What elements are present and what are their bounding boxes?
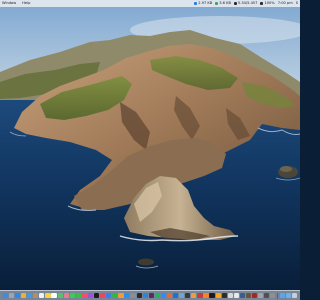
photo-booth-icon[interactable] xyxy=(197,292,203,299)
cpu-icon xyxy=(215,2,219,5)
photos-icon[interactable] xyxy=(63,292,69,299)
quicktime-icon[interactable] xyxy=(239,292,246,299)
desktop: Window Help 2.97 KB 3.6 KB 5.34/5.457 10… xyxy=(0,0,300,300)
screenshot-icon[interactable] xyxy=(270,292,276,299)
music-icon[interactable] xyxy=(81,292,88,299)
menu-bar-status: 2.97 KB 3.6 KB 5.34/5.457 100% 7:00 pm S xyxy=(194,0,300,7)
memory-icon xyxy=(233,2,237,5)
launchpad-icon[interactable] xyxy=(8,292,15,299)
facetime-icon[interactable] xyxy=(75,292,81,299)
battery-text: 100% xyxy=(264,1,275,5)
console-icon[interactable] xyxy=(264,292,270,299)
preview-icon[interactable] xyxy=(179,292,185,299)
safari-icon[interactable] xyxy=(14,292,21,299)
books-icon[interactable] xyxy=(203,292,209,299)
dock-separator xyxy=(277,292,278,299)
disk-utility-icon[interactable] xyxy=(258,292,264,299)
reminders-icon[interactable] xyxy=(51,292,57,299)
memory-status[interactable]: 5.34/5.457 xyxy=(233,0,258,7)
calendar-icon[interactable] xyxy=(39,292,45,299)
chess-icon[interactable] xyxy=(245,292,252,299)
system-preferences-icon[interactable] xyxy=(130,292,136,299)
stocks-icon[interactable] xyxy=(209,292,215,299)
firefox-icon[interactable] xyxy=(166,292,173,299)
calculator-icon[interactable] xyxy=(191,292,197,299)
zoom-icon[interactable] xyxy=(160,292,167,299)
terminal-icon[interactable] xyxy=(136,292,142,299)
finder-icon[interactable] xyxy=(2,292,9,299)
network-icon xyxy=(194,2,198,5)
keynote-icon[interactable] xyxy=(106,292,112,299)
font-book-icon[interactable] xyxy=(227,292,233,299)
tv-icon[interactable] xyxy=(94,292,100,299)
numbers-icon[interactable] xyxy=(112,292,118,299)
xcode-icon[interactable] xyxy=(173,292,179,299)
pages-icon[interactable] xyxy=(118,292,124,299)
battery-icon xyxy=(260,2,264,5)
voice-memos-icon[interactable] xyxy=(221,292,227,299)
network-text: 2.97 KB xyxy=(198,1,213,5)
control-center-icon[interactable]: S xyxy=(296,0,298,7)
podcasts-icon[interactable] xyxy=(87,292,94,299)
vscode-icon[interactable] xyxy=(142,292,148,299)
chrome-icon[interactable] xyxy=(21,292,27,299)
spotify-icon[interactable] xyxy=(154,292,160,299)
messages-icon[interactable] xyxy=(69,292,75,299)
app-store-icon[interactable] xyxy=(124,292,130,299)
cpu-text: 3.6 KB xyxy=(219,1,231,5)
menu-bar: Window Help 2.97 KB 3.6 KB 5.34/5.457 10… xyxy=(0,0,300,7)
documents-folder-icon[interactable] xyxy=(285,292,292,299)
menu-help[interactable]: Help xyxy=(22,0,30,7)
dock xyxy=(0,290,300,300)
wallpaper-catalina-island xyxy=(0,0,300,300)
textedit-icon[interactable] xyxy=(233,292,239,299)
menu-bar-left: Window Help xyxy=(0,0,30,7)
news-icon[interactable] xyxy=(100,292,106,299)
memory-text: 5.34/5.457 xyxy=(237,1,258,5)
battery-status[interactable]: 100% xyxy=(260,0,275,7)
maps-icon[interactable] xyxy=(57,292,63,299)
menu-window[interactable]: Window xyxy=(2,0,16,7)
trash-icon[interactable] xyxy=(291,292,298,299)
clock[interactable]: 7:00 pm xyxy=(278,0,293,7)
home-icon[interactable] xyxy=(215,292,221,299)
mail-icon[interactable] xyxy=(27,292,33,299)
activity-monitor-icon[interactable] xyxy=(185,292,191,299)
slack-icon[interactable] xyxy=(148,292,154,299)
contacts-icon[interactable] xyxy=(33,292,39,299)
cpu-status[interactable]: 3.6 KB xyxy=(215,0,231,7)
downloads-folder-icon[interactable] xyxy=(279,292,286,299)
network-status[interactable]: 2.97 KB xyxy=(194,0,212,7)
notes-icon[interactable] xyxy=(45,292,51,299)
dictionary-icon[interactable] xyxy=(252,292,258,299)
